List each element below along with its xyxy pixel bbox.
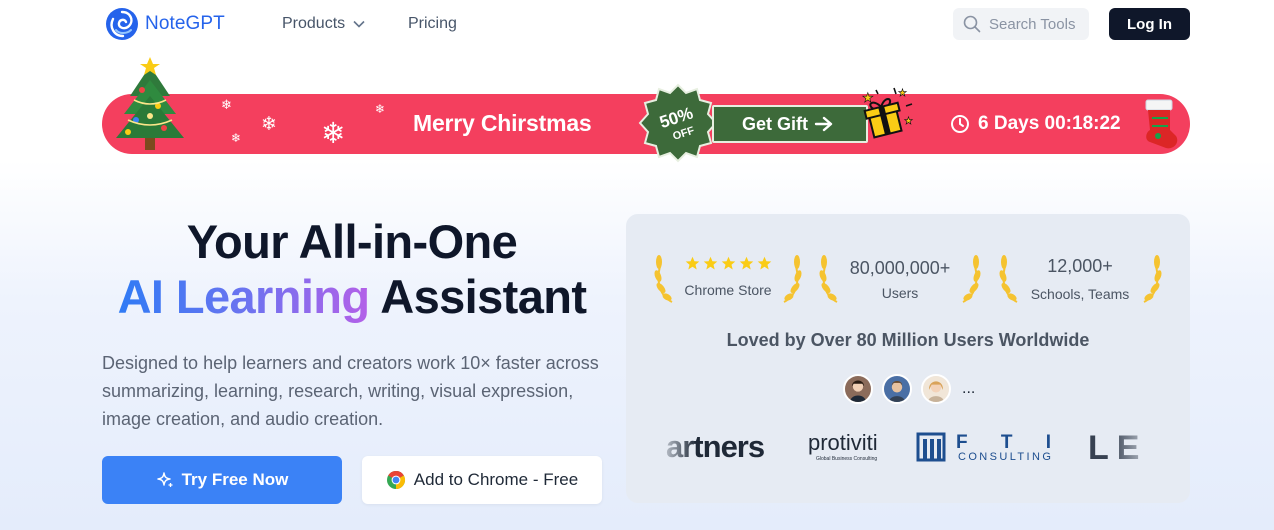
hero-title-line2: AI Learning Assistant — [102, 269, 602, 324]
login-button[interactable]: Log In — [1109, 8, 1190, 40]
stat-chrome-store: Chrome Store — [676, 252, 780, 308]
partner-logo-fti: F T I — [956, 432, 1065, 453]
stat-label: Chrome Store — [684, 282, 772, 298]
laurel-left-icon — [819, 255, 838, 303]
stat-value: 80,000,000+ — [849, 258, 951, 278]
nav-products-label: Products — [282, 15, 346, 32]
hero-title-rest: Assistant — [380, 270, 587, 323]
user-avatars: ... — [843, 374, 975, 404]
star-icon — [739, 256, 753, 270]
star-icon — [685, 256, 699, 270]
get-gift-label: Get Gift — [742, 113, 808, 134]
snowflake-icon: ❄ — [375, 102, 386, 116]
stat-label: Schools, Teams — [1030, 286, 1130, 302]
search-icon — [963, 15, 981, 33]
avatar — [921, 374, 951, 404]
christmas-tree-icon — [116, 57, 184, 150]
chrome-icon — [386, 470, 405, 489]
svg-text:★: ★ — [898, 88, 907, 99]
try-free-button[interactable]: Try Free Now — [102, 456, 342, 504]
snowflake-icon: ❄ — [261, 114, 277, 135]
svg-text:★: ★ — [904, 116, 913, 127]
stat-value: 12,000+ — [1047, 256, 1113, 276]
notegpt-logo-icon — [106, 8, 138, 40]
laurel-right-icon — [783, 255, 802, 303]
avatar — [843, 374, 873, 404]
search-input[interactable]: Search Tools — [953, 8, 1089, 40]
add-to-chrome-button[interactable]: Add to Chrome - Free — [362, 456, 602, 504]
partner-logo-protiviti-tagline: Global Business Consulting — [816, 456, 877, 462]
hero-description: Designed to help learners and creators w… — [102, 353, 599, 429]
star-icon — [703, 256, 717, 270]
snowflake-icon: ❄ — [221, 97, 232, 112]
avatar — [882, 374, 912, 404]
logo-text: NoteGPT — [145, 13, 225, 34]
nav-products[interactable]: Products — [282, 15, 365, 33]
laurel-left-icon — [999, 255, 1018, 303]
star-icon — [757, 256, 771, 270]
discount-badge: 50% OFF — [638, 83, 718, 163]
stat-label: Users — [881, 285, 919, 301]
get-gift-button[interactable]: Get Gift — [712, 105, 868, 143]
laurel-right-icon — [962, 255, 981, 303]
stat-users: 80,000,000+ Users — [840, 252, 960, 308]
sparkle-icon — [156, 472, 173, 487]
star-icon — [721, 256, 735, 270]
logo[interactable]: NoteGPT — [105, 7, 225, 41]
partner-logo-protiviti: protiviti — [808, 430, 878, 455]
add-to-chrome-label: Add to Chrome - Free — [413, 470, 579, 489]
laurel-right-icon — [1143, 255, 1162, 303]
countdown-text: 6 Days 00:18:22 — [978, 113, 1121, 134]
hero-title-gradient: AI Learning — [117, 270, 371, 323]
top-nav: NoteGPT Products Pricing Search Tools Lo… — [0, 0, 1274, 50]
laurel-left-icon — [654, 255, 673, 303]
search-placeholder: Search Tools — [989, 15, 1076, 33]
hero-title-line1: Your All-in-One — [186, 215, 518, 268]
chevron-down-icon — [353, 20, 365, 28]
snowflake-icon: ❄ — [321, 118, 346, 150]
loved-by-text: Loved by Over 80 Million Users Worldwide — [726, 330, 1090, 350]
gift-box-icon: ★ ★ ★ — [862, 88, 913, 139]
banner-title: Merry Chirstmas — [413, 110, 592, 136]
nav-pricing[interactable]: Pricing — [408, 15, 457, 33]
stocking-icon — [1145, 99, 1178, 149]
partner-logos: artners protiviti Global Business Consul… — [656, 424, 1160, 470]
rating-stars — [676, 256, 780, 271]
arrow-right-icon — [814, 116, 833, 132]
svg-text:★: ★ — [862, 90, 874, 105]
partner-logo-consulting: CONSULTING — [958, 451, 1053, 463]
more-users-indicator: ... — [962, 380, 976, 397]
clock-icon — [951, 115, 969, 133]
fti-logo-mark — [916, 432, 946, 462]
try-free-label: Try Free Now — [181, 470, 289, 489]
snowflake-icon: ❄ — [231, 131, 242, 145]
stat-schools: 12,000+ Schools, Teams — [1022, 252, 1138, 308]
countdown-timer: 6 Days 00:18:22 — [950, 113, 1121, 135]
